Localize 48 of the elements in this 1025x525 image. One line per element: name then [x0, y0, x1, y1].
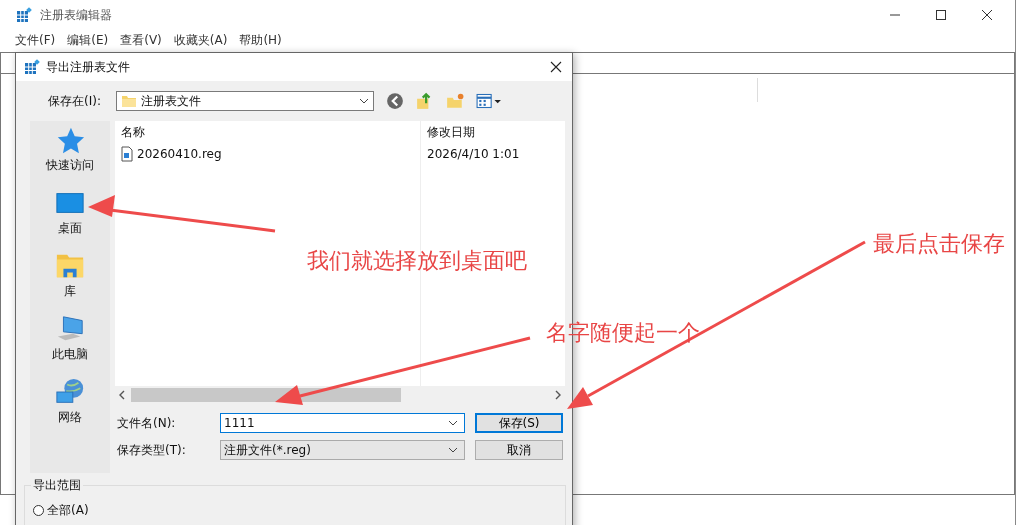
save-in-label: 保存在(I):	[48, 92, 102, 110]
cancel-button[interactable]: 取消	[475, 440, 563, 460]
folder-icon	[121, 93, 137, 109]
annotation-text: 我们就选择放到桌面吧	[307, 247, 527, 275]
place-label: 库	[64, 283, 76, 300]
scroll-left-icon[interactable]	[119, 389, 125, 400]
maximize-icon[interactable]	[935, 9, 947, 21]
menu-item[interactable]: 收藏夹(A)	[173, 31, 228, 49]
save-button[interactable]: 保存(S)	[475, 413, 563, 433]
place-label: 网络	[58, 409, 82, 426]
group-title: 导出范围	[31, 477, 83, 494]
scroll-thumb[interactable]	[131, 387, 401, 402]
menu-item[interactable]: 文件(F)	[15, 31, 56, 49]
close-icon[interactable]	[981, 9, 993, 21]
menu-item[interactable]: 帮助(H)	[239, 31, 282, 49]
registry-icon	[24, 59, 40, 75]
annotation-text: 最后点击保存	[873, 230, 1005, 258]
place-item[interactable]: 此电脑	[30, 314, 110, 363]
registry-icon	[16, 7, 32, 23]
place-item[interactable]: 库	[30, 251, 110, 300]
view-menu-icon[interactable]	[476, 92, 502, 110]
place-label: 快速访问	[46, 157, 94, 174]
dialog-title: 导出注册表文件	[46, 58, 130, 76]
place-item[interactable]: 快速访问	[30, 125, 110, 174]
chevron-down-icon	[448, 447, 458, 453]
save-in-dropdown[interactable]: 注册表文件	[116, 91, 374, 111]
place-label: 桌面	[58, 220, 82, 237]
column-header[interactable]: 修改日期	[420, 123, 475, 141]
place-item[interactable]: 桌面	[30, 188, 110, 237]
chevron-down-icon	[359, 98, 369, 104]
back-icon[interactable]	[386, 92, 404, 110]
file-name-field[interactable]: 1111	[220, 413, 465, 433]
file-name[interactable]: 20260410.reg	[115, 146, 222, 162]
place-item[interactable]: 网络	[30, 377, 110, 426]
file-date: 2026/4/10 1:01	[426, 147, 521, 161]
scroll-right-icon[interactable]	[555, 389, 561, 400]
close-icon[interactable]	[550, 61, 562, 73]
window-title: 注册表编辑器	[40, 6, 112, 24]
chevron-down-icon	[448, 420, 458, 426]
registry-file-icon	[121, 146, 133, 162]
menu-item[interactable]: 查看(V)	[120, 31, 162, 49]
place-label: 此电脑	[52, 346, 88, 363]
column-header[interactable]: 名称	[115, 123, 420, 141]
file-type-label: 保存类型(T):	[116, 441, 187, 459]
menu-item[interactable]: 编辑(E)	[67, 31, 109, 49]
file-name-label: 文件名(N):	[116, 414, 177, 432]
radio-option[interactable]: 全部(A)	[33, 502, 565, 519]
file-type-dropdown[interactable]: 注册文件(*.reg)	[220, 440, 465, 460]
